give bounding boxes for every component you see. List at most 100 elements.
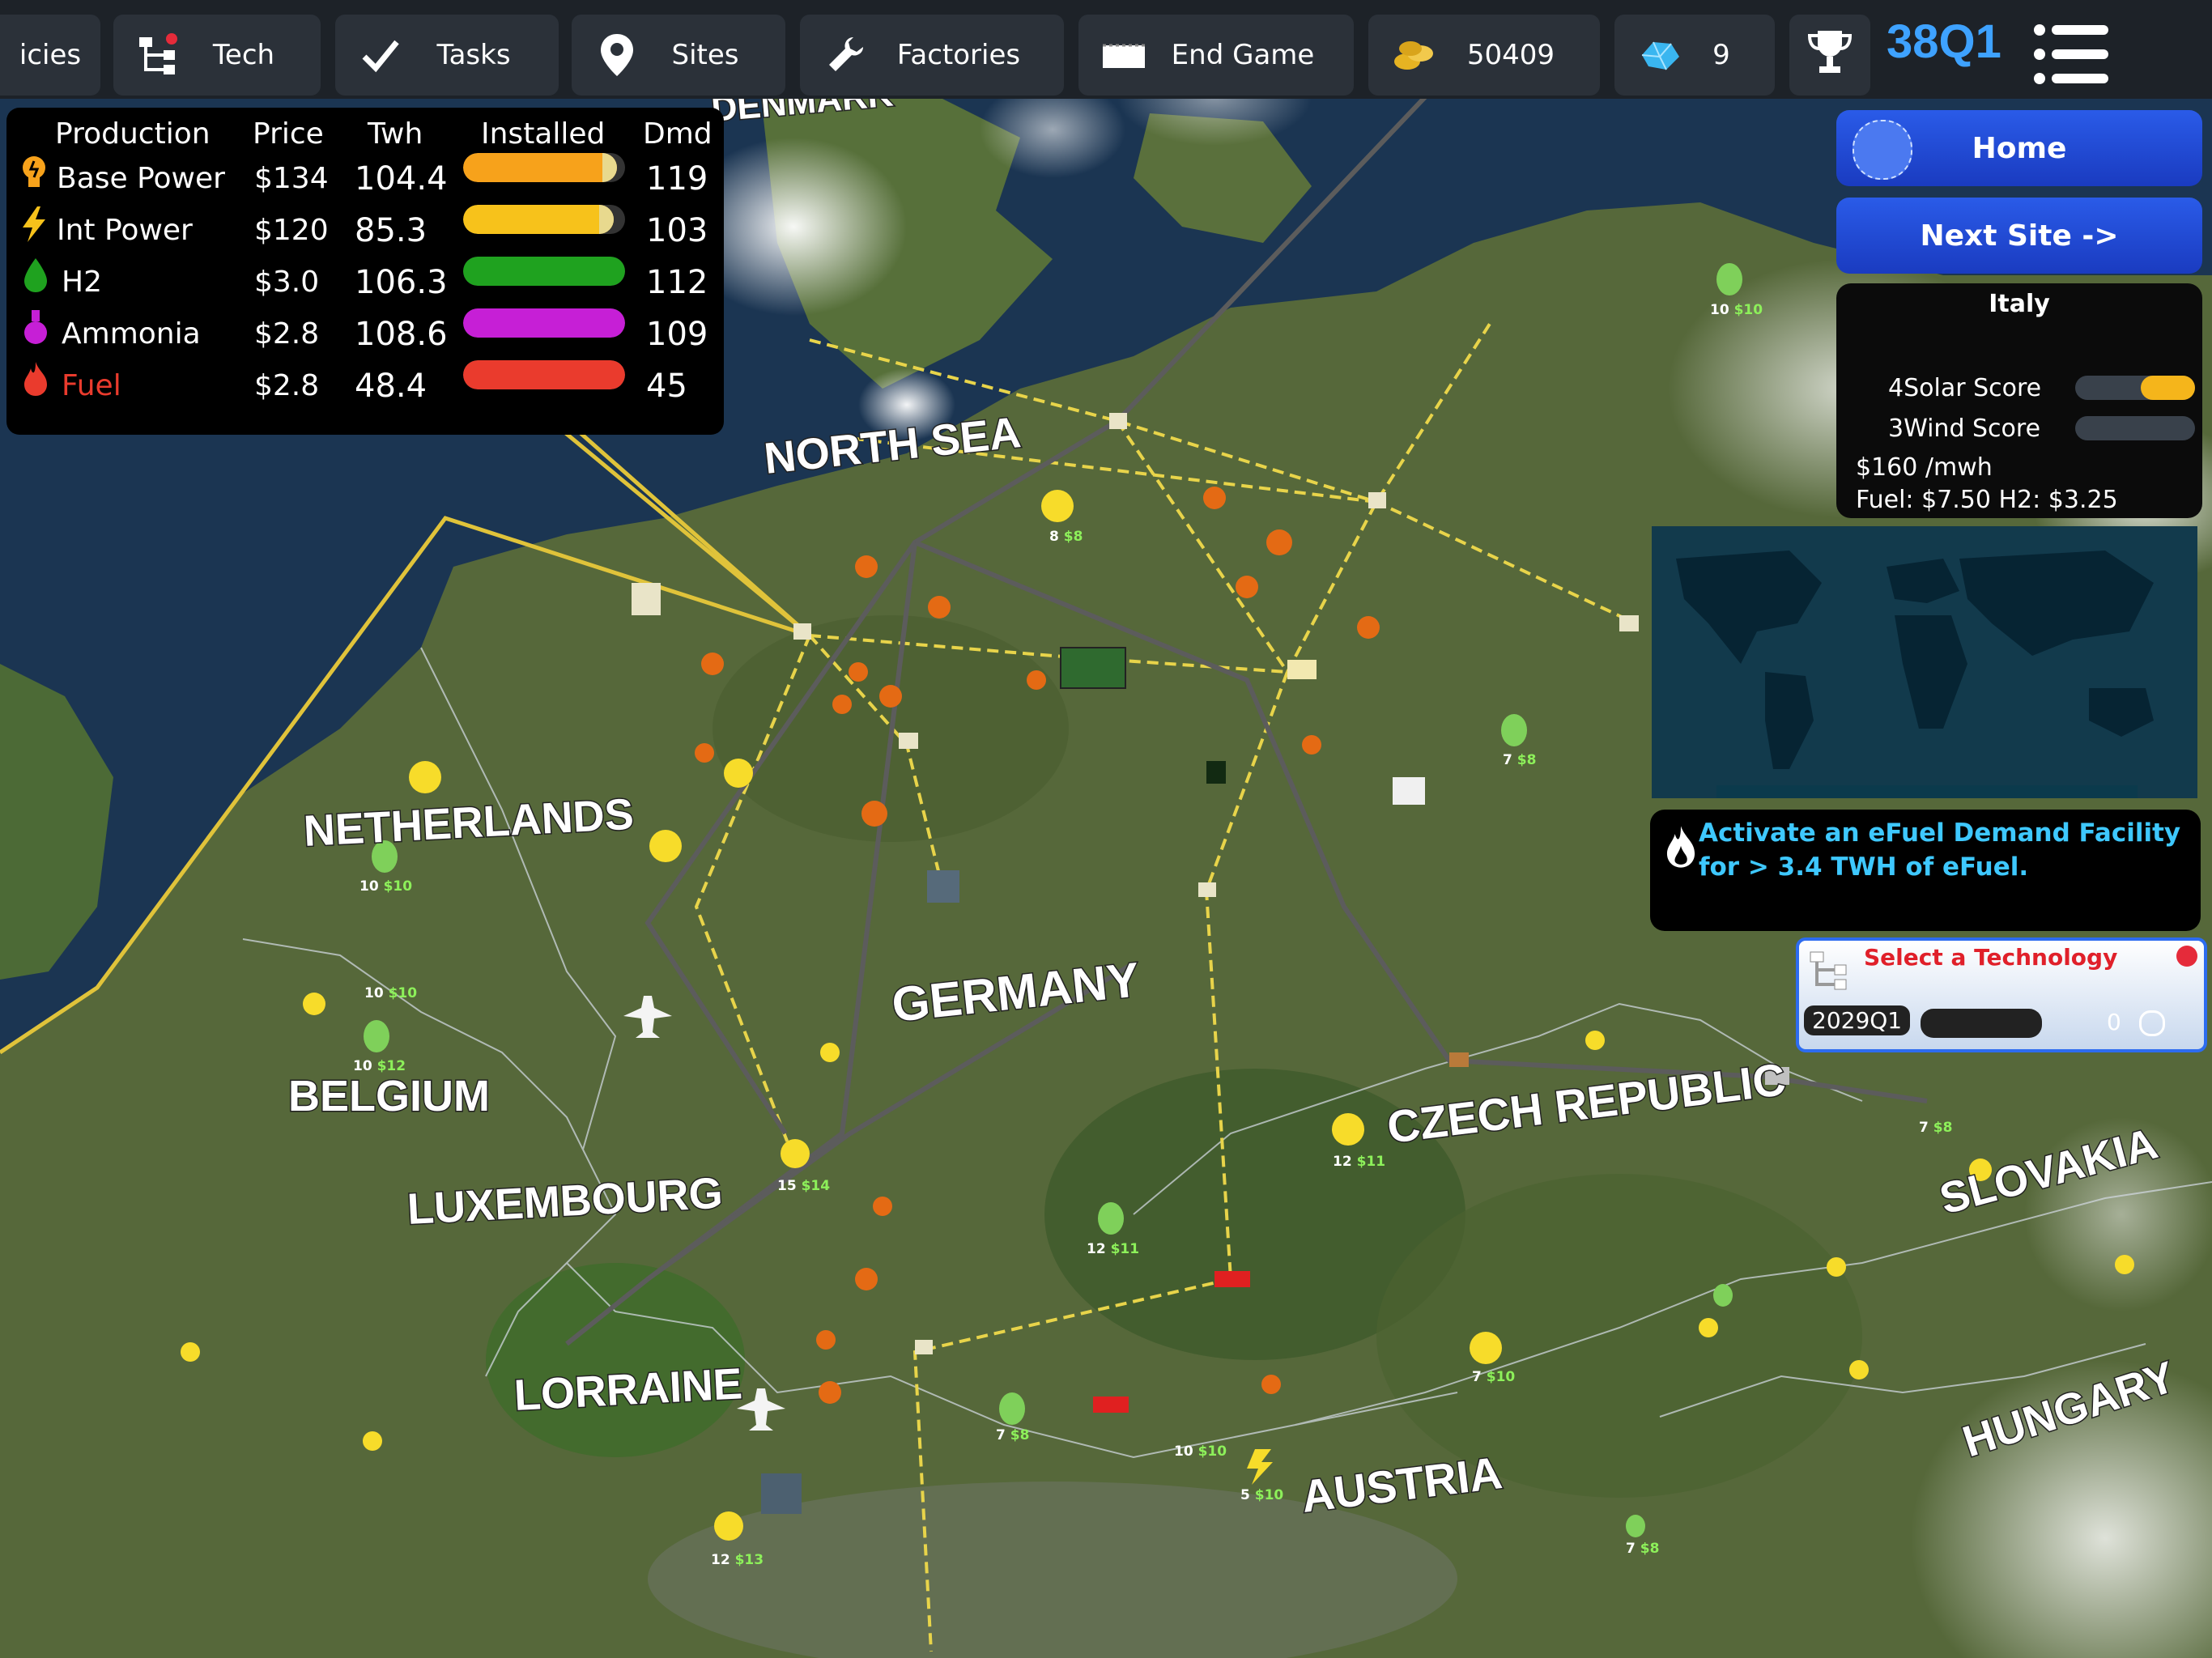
film-icon: [1100, 31, 1148, 79]
coins-icon: [1389, 31, 1438, 79]
home-button[interactable]: Home: [1836, 110, 2202, 186]
task-text: Activate an eFuel Demand Facility for > …: [1699, 818, 2181, 882]
tech-date: 2029Q1: [1804, 1005, 1911, 1035]
forest-area: [486, 1263, 745, 1457]
tasks-button[interactable]: Tasks: [335, 15, 559, 96]
crystal-display[interactable]: 9: [1614, 15, 1775, 96]
sites-label: Sites: [671, 39, 739, 71]
production-row-h2[interactable]: H2 $3.0 106.3 112: [6, 257, 724, 308]
site-info-panel: Italy 4Solar Score 3Wind Score $160 /mwh…: [1836, 283, 2202, 518]
pin-label: 12 $11: [1333, 1154, 1385, 1170]
header-installed: Installed: [481, 117, 606, 151]
trophy-button[interactable]: [1789, 15, 1870, 96]
pin-label: 10 $10: [1710, 302, 1763, 318]
installed-bar-tip: [602, 153, 617, 182]
checkmark-icon: [356, 31, 405, 79]
globe-icon: [1853, 120, 1912, 180]
money-display[interactable]: 50409: [1368, 15, 1600, 96]
crystal-icon: [1636, 31, 1684, 79]
row-price: $2.8: [254, 317, 320, 351]
next-site-button[interactable]: Next Site ->: [1836, 198, 2202, 274]
production-row-base-power[interactable]: Base Power $134 104.4 119: [6, 153, 724, 205]
pin-label: 15 $14: [777, 1178, 830, 1194]
row-twh: 108.6: [355, 316, 448, 353]
factories-button[interactable]: Factories: [800, 15, 1064, 96]
installed-bar: [463, 308, 625, 338]
production-row-ammonia[interactable]: Ammonia $2.8 108.6 109: [6, 308, 724, 360]
tech-tree-icon: [134, 31, 183, 79]
row-dmd: 45: [646, 368, 687, 405]
installed-bar: [463, 153, 625, 182]
flame-icon: [1663, 824, 1699, 876]
flame-icon: [21, 360, 50, 414]
pin-label: 7 $8: [1919, 1120, 1952, 1136]
pin-label: 5 $10: [1240, 1487, 1283, 1503]
pin-label: 7 $8: [996, 1427, 1029, 1443]
wrench-icon: [821, 31, 870, 79]
row-price: $2.8: [254, 369, 320, 402]
task-panel[interactable]: Activate an eFuel Demand Facility for > …: [1650, 810, 2201, 931]
policies-button[interactable]: icies: [0, 15, 100, 96]
pin-label: 7 $8: [1503, 752, 1536, 768]
row-twh: 106.3: [355, 264, 448, 301]
row-twh: 48.4: [355, 368, 428, 405]
world-minimap[interactable]: [1652, 526, 2197, 798]
alert-dot: [2176, 946, 2197, 967]
continents: [1676, 551, 2154, 798]
top-bar: icies Tech Tasks Sites Factories End Gam…: [0, 0, 2212, 99]
end-game-label: End Game: [1171, 39, 1315, 71]
production-panel: Production Price Twh Installed Dmd Base …: [6, 108, 724, 435]
row-price: $134: [254, 162, 329, 195]
tech-label: Tech: [212, 39, 275, 71]
row-twh: 104.4: [355, 160, 448, 198]
end-game-button[interactable]: End Game: [1078, 15, 1354, 96]
tech-tree-icon: [1807, 947, 1853, 996]
installed-bar: [463, 205, 625, 234]
drop-icon: [21, 257, 50, 311]
tech-count: 0: [2107, 1009, 2121, 1035]
lightning-icon: [18, 205, 50, 261]
pin-label: 10 $10: [1174, 1443, 1227, 1460]
sites-button[interactable]: Sites: [572, 15, 785, 96]
crystal-value: 9: [1712, 39, 1730, 71]
menu-icon[interactable]: [2034, 24, 2108, 84]
location-pin-icon: [593, 31, 641, 79]
installed-bar: [463, 360, 625, 389]
tech-select-panel[interactable]: Select a Technology 2029Q1 0: [1796, 937, 2207, 1052]
production-row-int-power[interactable]: Int Power $120 85.3 103: [6, 205, 724, 257]
header-production: Production: [55, 117, 211, 151]
row-dmd: 112: [646, 264, 708, 301]
row-name: Base Power: [57, 162, 225, 195]
installed-bar: [463, 257, 625, 286]
timer-icon: [2139, 1010, 2165, 1036]
solar-score-label: 4Solar Score: [1888, 374, 2042, 402]
row-dmd: 119: [646, 160, 708, 198]
row-name: Fuel: [62, 369, 121, 402]
trophy-icon: [1807, 28, 1853, 83]
wind-score-bar: [2075, 416, 2195, 440]
row-name: Int Power: [57, 214, 193, 247]
tasks-label: Tasks: [436, 39, 511, 71]
pin-label: 8 $8: [1049, 529, 1083, 545]
site-name: Italy: [1989, 290, 2050, 318]
tech-title: Select a Technology: [1864, 944, 2118, 971]
tech-button[interactable]: Tech: [113, 15, 321, 96]
policies-label: icies: [19, 39, 82, 71]
pin-label: 10 $10: [359, 878, 412, 895]
production-row-fuel[interactable]: Fuel $2.8 48.4 45: [6, 360, 724, 412]
pin-label: 7 $8: [1626, 1541, 1659, 1557]
row-name: Ammonia: [62, 317, 201, 351]
pin-label: 10 $10: [364, 985, 417, 1001]
solar-score-bar: [2075, 376, 2195, 400]
header-price: Price: [253, 117, 324, 151]
installed-bar-tip: [599, 205, 614, 234]
label-belgium: BELGIUM: [288, 1072, 490, 1120]
header-twh: Twh: [368, 117, 423, 151]
row-price: $120: [254, 214, 329, 247]
site-price: $160 /mwh: [1856, 453, 1993, 482]
row-price: $3.0: [254, 266, 320, 299]
forest-area: [1376, 1174, 1862, 1498]
factories-label: Factories: [896, 39, 1021, 71]
row-twh: 85.3: [355, 212, 428, 249]
home-label: Home: [1972, 131, 2067, 165]
